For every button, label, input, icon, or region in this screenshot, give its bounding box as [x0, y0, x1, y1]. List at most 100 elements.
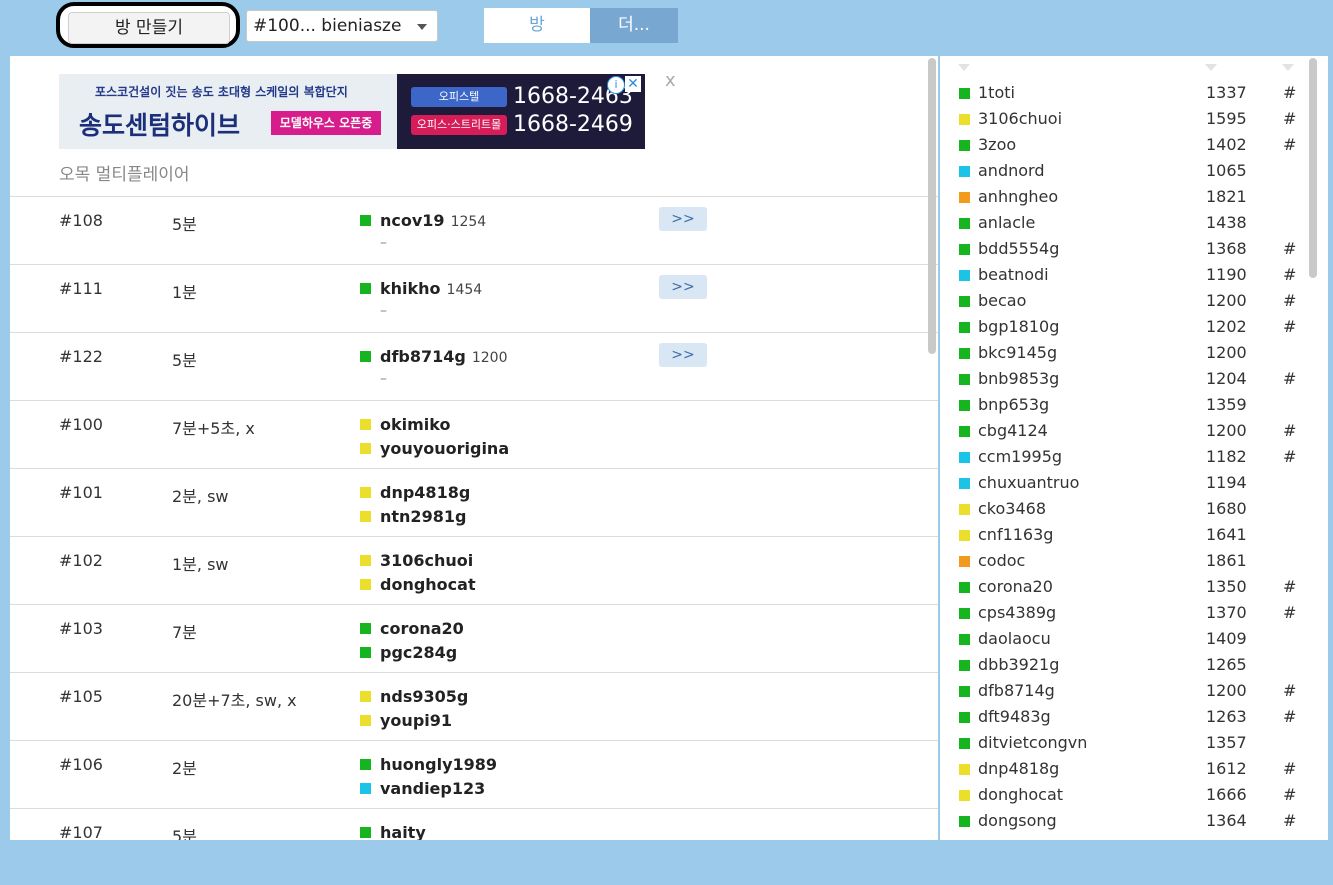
room-row[interactable]: #106 2분 huongly1989 vandiep123: [10, 740, 938, 808]
player-entry[interactable]: ntn2981g: [360, 507, 470, 531]
player-entry[interactable]: youpi91: [360, 711, 468, 735]
player-entry[interactable]: youyouorigina: [360, 439, 509, 463]
room-time-control: 5분: [172, 827, 197, 840]
join-room-button[interactable]: >>: [659, 207, 707, 231]
user-row[interactable]: dbb3921g 1265: [940, 652, 1320, 678]
player-entry[interactable]: huongly1989: [360, 755, 497, 779]
user-name: becao: [978, 291, 1027, 310]
player-entry[interactable]: okimiko: [360, 415, 509, 439]
player-entry[interactable]: dnp4818g: [360, 483, 470, 507]
user-row[interactable]: codoc 1861: [940, 548, 1320, 574]
user-rating: 1409: [1206, 629, 1247, 648]
status-dot-icon: [959, 530, 970, 541]
player-entry[interactable]: corona20: [360, 619, 464, 643]
user-row[interactable]: bnp653g 1359: [940, 392, 1320, 418]
user-rating: 1265: [1206, 655, 1247, 674]
user-row[interactable]: cko3468 1680: [940, 496, 1320, 522]
player-entry[interactable]: haity: [360, 823, 426, 840]
user-row[interactable]: bdd5554g 1368 #: [940, 236, 1320, 262]
user-row[interactable]: donghocat 1666 #: [940, 782, 1320, 808]
ad-pill-officetel: 오피스텔: [411, 87, 507, 107]
player-entry[interactable]: vandiep123: [360, 779, 497, 803]
create-room-button[interactable]: 방 만들기: [68, 12, 230, 44]
user-name: bdd5554g: [978, 239, 1060, 258]
player-name: khikho: [380, 279, 441, 298]
player-name: huongly1989: [380, 755, 498, 774]
player-name: ntn2981g: [380, 507, 467, 526]
player-entry[interactable]: 3106chuoi: [360, 551, 476, 575]
user-row[interactable]: anlacle 1438: [940, 210, 1320, 236]
room-row[interactable]: #103 7분 corona20 pgc284g: [10, 604, 938, 672]
user-list-scrollbar[interactable]: [1309, 58, 1317, 278]
player-entry[interactable]: dfb8714g 1200: [360, 347, 508, 371]
status-dot-icon: [360, 511, 371, 522]
status-dot-icon: [360, 215, 371, 226]
user-row[interactable]: cps4389g 1370 #: [940, 600, 1320, 626]
empty-seat: –: [380, 303, 387, 319]
room-row[interactable]: #100 7분+5초, x okimiko youyouorigina: [10, 400, 938, 468]
ad-dismiss-button[interactable]: x: [665, 70, 676, 91]
ad-close-icon[interactable]: ✕: [625, 76, 641, 92]
player-entry[interactable]: ncov19 1254: [360, 211, 486, 235]
tab-room[interactable]: 방: [484, 8, 590, 43]
user-row[interactable]: ccm1995g 1182 #: [940, 444, 1320, 470]
room-row[interactable]: #107 5분 haity: [10, 808, 938, 840]
player-name: nds9305g: [380, 687, 469, 706]
user-row[interactable]: 1toti 1337 #: [940, 80, 1320, 106]
user-flag: #: [1283, 369, 1297, 388]
ad-phone-2: 1668-2469: [513, 112, 633, 137]
user-row[interactable]: andnord 1065: [940, 158, 1320, 184]
status-dot-icon: [959, 790, 970, 801]
sort-rating-icon[interactable]: [1205, 64, 1217, 71]
user-name: bnb9853g: [978, 369, 1060, 388]
user-row[interactable]: cnf1163g 1641: [940, 522, 1320, 548]
ad-banner[interactable]: 포스코건설이 짓는 송도 초대형 스케일의 복합단지 송도센텀하이브 모델하우스…: [59, 74, 645, 149]
user-row[interactable]: corona20 1350 #: [940, 574, 1320, 600]
user-row[interactable]: beatnodi 1190 #: [940, 262, 1320, 288]
room-row[interactable]: #102 1분, sw 3106chuoi donghocat: [10, 536, 938, 604]
user-name: codoc: [978, 551, 1026, 570]
status-dot-icon: [959, 686, 970, 697]
user-rating: 1402: [1206, 135, 1247, 154]
status-dot-icon: [360, 555, 371, 566]
ad-info-icon[interactable]: i: [607, 76, 625, 94]
status-dot-icon: [360, 623, 371, 634]
user-row[interactable]: bgp1810g 1202 #: [940, 314, 1320, 340]
room-row[interactable]: #101 2분, sw dnp4818g ntn2981g: [10, 468, 938, 536]
room-select[interactable]: #100... bieniasze: [246, 10, 438, 42]
player-entry[interactable]: pgc284g: [360, 643, 464, 667]
user-row[interactable]: dongsong 1364 #: [940, 808, 1320, 834]
player-entry[interactable]: nds9305g: [360, 687, 468, 711]
room-list-scrollbar[interactable]: [928, 58, 936, 354]
user-row[interactable]: chuxuantruo 1194: [940, 470, 1320, 496]
user-row[interactable]: anhngheo 1821: [940, 184, 1320, 210]
sort-flag-icon[interactable]: [1282, 64, 1294, 71]
user-flag: #: [1283, 681, 1297, 700]
room-row[interactable]: #108 5분 >> ncov19 1254 –: [10, 196, 938, 264]
user-row[interactable]: 3106chuoi 1595 #: [940, 106, 1320, 132]
user-row[interactable]: daolaocu 1409: [940, 626, 1320, 652]
tab-more[interactable]: 더...: [590, 8, 678, 43]
user-row[interactable]: bnb9853g 1204 #: [940, 366, 1320, 392]
user-rating: 1364: [1206, 811, 1247, 830]
empty-seat: –: [380, 371, 387, 387]
join-room-button[interactable]: >>: [659, 343, 707, 367]
player-entry[interactable]: khikho 1454: [360, 279, 482, 303]
user-row[interactable]: bkc9145g 1200: [940, 340, 1320, 366]
join-room-button[interactable]: >>: [659, 275, 707, 299]
user-rating: 1200: [1206, 291, 1247, 310]
user-row[interactable]: dnp4818g 1612 #: [940, 756, 1320, 782]
room-row[interactable]: #105 20분+7초, sw, x nds9305g youpi91: [10, 672, 938, 740]
room-row[interactable]: #111 1분 >> khikho 1454 –: [10, 264, 938, 332]
user-row[interactable]: 3zoo 1402 #: [940, 132, 1320, 158]
sort-name-icon[interactable]: [958, 64, 970, 71]
room-row[interactable]: #122 5분 >> dfb8714g 1200 –: [10, 332, 938, 400]
user-row[interactable]: ditvietcongvn 1357: [940, 730, 1320, 756]
status-dot-icon: [959, 244, 970, 255]
user-row[interactable]: dfb8714g 1200 #: [940, 678, 1320, 704]
player-entry[interactable]: donghocat: [360, 575, 476, 599]
user-row[interactable]: dft9483g 1263 #: [940, 704, 1320, 730]
user-row[interactable]: cbg4124 1200 #: [940, 418, 1320, 444]
user-row[interactable]: becao 1200 #: [940, 288, 1320, 314]
status-dot-icon: [959, 270, 970, 281]
